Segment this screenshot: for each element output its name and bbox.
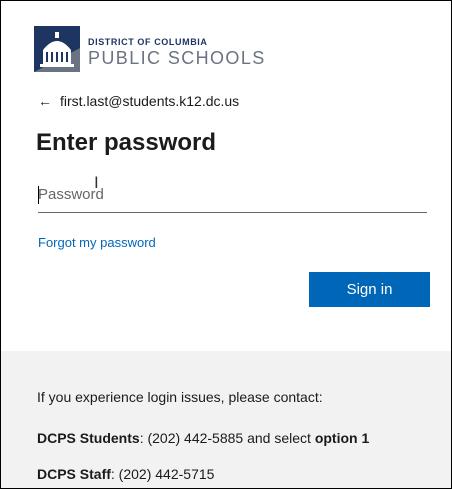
contact-intro: If you experience login issues, please c… bbox=[37, 389, 323, 405]
logo-line-district: DISTRICT OF COLUMBIA bbox=[88, 37, 208, 47]
staff-phone: : (202) 442-5715 bbox=[110, 466, 215, 482]
mouse-ibeam-cursor-icon: Ⅰ bbox=[94, 175, 99, 192]
staff-contact: DCPS Staff: (202) 442-5715 bbox=[37, 466, 214, 482]
account-identity: ← first.last@students.k12.dc.us bbox=[38, 93, 239, 109]
forgot-password-link[interactable]: Forgot my password bbox=[38, 235, 156, 250]
dcps-logo: DISTRICT OF COLUMBIA PUBLIC SCHOOLS bbox=[34, 26, 266, 72]
password-field-container: Ⅰ bbox=[38, 175, 427, 213]
sign-in-button[interactable]: Sign in bbox=[309, 272, 430, 307]
logo-line-schools: PUBLIC SCHOOLS bbox=[88, 48, 266, 68]
logo-text: DISTRICT OF COLUMBIA PUBLIC SCHOOLS bbox=[88, 37, 266, 69]
page-title: Enter password bbox=[36, 129, 217, 156]
staff-label: DCPS Staff bbox=[37, 466, 111, 482]
students-contact: DCPS Students: (202) 442-5885 and select… bbox=[37, 430, 369, 446]
students-option: option 1 bbox=[314, 430, 370, 446]
students-phone: : (202) 442-5885 and select bbox=[139, 430, 315, 446]
back-arrow-icon[interactable]: ← bbox=[38, 93, 52, 109]
login-dialog: DISTRICT OF COLUMBIA PUBLIC SCHOOLS ← fi… bbox=[0, 0, 452, 489]
text-caret bbox=[38, 186, 39, 204]
account-email: first.last@students.k12.dc.us bbox=[60, 93, 240, 109]
support-footer: If you experience login issues, please c… bbox=[1, 351, 451, 488]
students-label: DCPS Students bbox=[37, 430, 140, 446]
capitol-dome-icon bbox=[34, 26, 80, 72]
